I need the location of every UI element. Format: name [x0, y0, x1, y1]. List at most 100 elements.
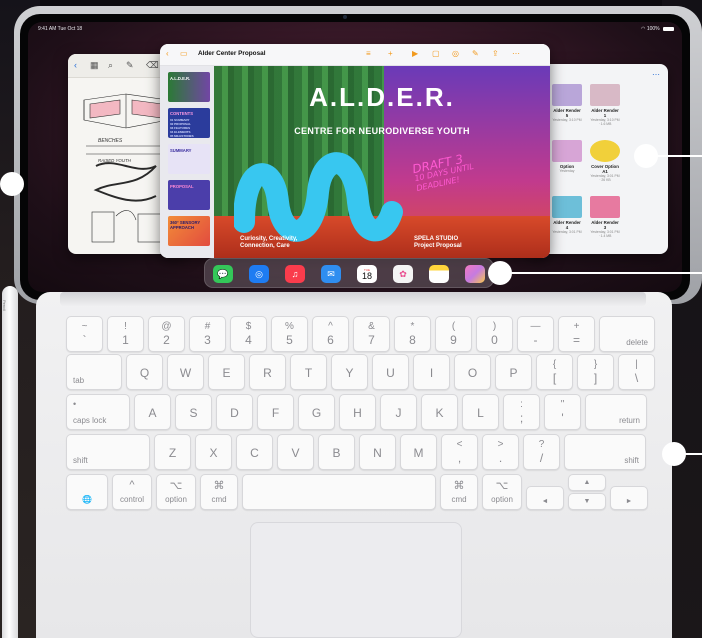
key-v[interactable]: V [277, 434, 314, 470]
key-cmd-right[interactable]: ⌘ cmd [440, 474, 478, 510]
key-,[interactable]: <, [441, 434, 478, 470]
key-p[interactable]: P [495, 354, 532, 390]
key-3[interactable]: #3 [189, 316, 226, 352]
play-icon[interactable]: ▶ [412, 49, 418, 58]
back-icon[interactable]: ‹ [74, 60, 77, 70]
eraser-icon[interactable]: ⌫ [146, 60, 159, 71]
key-5[interactable]: % 5 [271, 316, 308, 352]
key-6[interactable]: ^ 6 [312, 316, 349, 352]
file-item[interactable]: Alder Render 3 Yesterday, 3:01 PM · 1.4 … [590, 196, 620, 238]
key-u[interactable]: U [372, 354, 409, 390]
file-item[interactable]: Alder Render 5 Yesterday, 3:10 PM [552, 84, 582, 122]
share-icon[interactable]: ⇪ [492, 49, 499, 58]
keynote-window[interactable]: ‹ ▭ Alder Center Proposal ≡ + ▶ ▢ ◎ ✎ ⇪ … [160, 44, 550, 258]
key-`[interactable]: ~ ` [66, 316, 103, 352]
media-icon[interactable]: ◎ [452, 49, 459, 58]
sidebar-toggle-icon[interactable]: ▭ [180, 49, 188, 58]
arrow-right-key[interactable]: ► [610, 486, 648, 510]
calendar-icon[interactable]: TUE 18 [357, 265, 377, 283]
key-4[interactable]: $4 [230, 316, 267, 352]
shapes-icon[interactable]: ▢ [432, 49, 440, 58]
photos-icon[interactable]: ✿ [393, 265, 413, 283]
key-delete[interactable]: delete [599, 316, 655, 352]
key-cmd-left[interactable]: ⌘ cmd [200, 474, 238, 510]
key-globe[interactable]: 🌐 [66, 474, 108, 510]
file-item[interactable]: Alder Render 4 Yesterday, 3:01 PM [552, 196, 582, 234]
key-a[interactable]: A [134, 394, 171, 430]
key-c[interactable]: C [236, 434, 273, 470]
add-icon[interactable]: + [388, 49, 393, 58]
key-y[interactable]: Y [331, 354, 368, 390]
grid-icon[interactable]: ▦ [90, 60, 99, 71]
key-2[interactable]: @2 [148, 316, 185, 352]
key-9[interactable]: (9 [435, 316, 472, 352]
pen-icon[interactable]: ✎ [126, 60, 134, 71]
more-icon[interactable]: ⋯ [652, 70, 660, 79]
key-option-right[interactable]: ⌥ option [482, 474, 522, 510]
file-item[interactable]: Alder Render 1 Yesterday, 3:10 PM · 1.6 … [590, 84, 620, 126]
key-e[interactable]: E [208, 354, 245, 390]
format-icon[interactable]: ✎ [472, 49, 479, 58]
notes-icon[interactable] [429, 265, 449, 283]
key-q[interactable]: Q [126, 354, 163, 390]
key-w[interactable]: W [167, 354, 204, 390]
key-n[interactable]: N [359, 434, 396, 470]
key-k[interactable]: K [421, 394, 458, 430]
key-=[interactable]: + = [558, 316, 595, 352]
music-icon[interactable]: ♫ [285, 265, 305, 283]
key-space[interactable] [242, 474, 436, 510]
slide-thumb[interactable]: PROPOSAL [168, 180, 210, 210]
apple-pencil[interactable]: Pencil [2, 286, 18, 638]
file-item[interactable]: Cover Option A1 Yesterday, 3:01 PM · 26 … [590, 140, 620, 182]
mail-icon[interactable]: ✉ [321, 265, 341, 283]
key-][interactable]: }] [577, 354, 614, 390]
key-caps-lock[interactable]: • caps lock [66, 394, 130, 430]
key-l[interactable]: L [462, 394, 499, 430]
key-x[interactable]: X [195, 434, 232, 470]
list-icon[interactable]: ≡ [366, 49, 371, 58]
key-d[interactable]: D [216, 394, 253, 430]
key-[[interactable]: {[ [536, 354, 573, 390]
slide-thumb[interactable]: A.L.D.E.R. [168, 72, 210, 102]
key-g[interactable]: G [298, 394, 335, 430]
key-.[interactable]: >. [482, 434, 519, 470]
key-f[interactable]: F [257, 394, 294, 430]
key-;[interactable]: :; [503, 394, 540, 430]
key-t[interactable]: T [290, 354, 327, 390]
app-library-icon[interactable] [465, 265, 485, 283]
key-tab[interactable]: tab [66, 354, 122, 390]
key-return[interactable]: return [585, 394, 647, 430]
file-item[interactable]: Option Yesterday [552, 140, 582, 173]
key-'[interactable]: " ' [544, 394, 581, 430]
key-s[interactable]: S [175, 394, 212, 430]
key-i[interactable]: I [413, 354, 450, 390]
key-h[interactable]: H [339, 394, 376, 430]
document-title[interactable]: Alder Center Proposal [198, 50, 265, 57]
safari-icon[interactable]: ◎ [249, 265, 269, 283]
key-8[interactable]: * 8 [394, 316, 431, 352]
slide-thumb[interactable]: CONTENTS 01 SUMMARY 02 PROPOSAL 03 FEATU… [168, 108, 210, 138]
key-/[interactable]: ? / [523, 434, 560, 470]
key-option-left[interactable]: ⌥ option [156, 474, 196, 510]
slide-canvas[interactable]: A.L.D.E.R. CENTRE FOR NEURODIVERSE YOUTH… [214, 66, 550, 258]
key-r[interactable]: R [249, 354, 286, 390]
key-0[interactable]: ) 0 [476, 316, 513, 352]
back-icon[interactable]: ‹ [166, 49, 169, 58]
slide-thumb[interactable]: SUMMARY [168, 144, 210, 174]
trackpad[interactable] [250, 522, 462, 638]
arrow-up-key[interactable]: ▲ [568, 474, 606, 491]
key--[interactable]: — - [517, 316, 554, 352]
arrow-left-key[interactable]: ◄ [526, 486, 564, 510]
key-7[interactable]: & 7 [353, 316, 390, 352]
key-\[interactable]: | \ [618, 354, 655, 390]
arrow-down-key[interactable]: ▼ [568, 493, 606, 510]
more-icon[interactable]: ⋯ [512, 49, 520, 58]
key-control[interactable]: ^ control [112, 474, 152, 510]
search-icon[interactable]: ⌕ [108, 60, 113, 71]
key-b[interactable]: B [318, 434, 355, 470]
key-1[interactable]: ! 1 [107, 316, 144, 352]
key-shift-left[interactable]: shift [66, 434, 150, 470]
key-o[interactable]: O [454, 354, 491, 390]
slide-thumb[interactable]: 360° SENSORY APPROACH [168, 216, 210, 246]
key-shift-right[interactable]: shift [564, 434, 646, 470]
